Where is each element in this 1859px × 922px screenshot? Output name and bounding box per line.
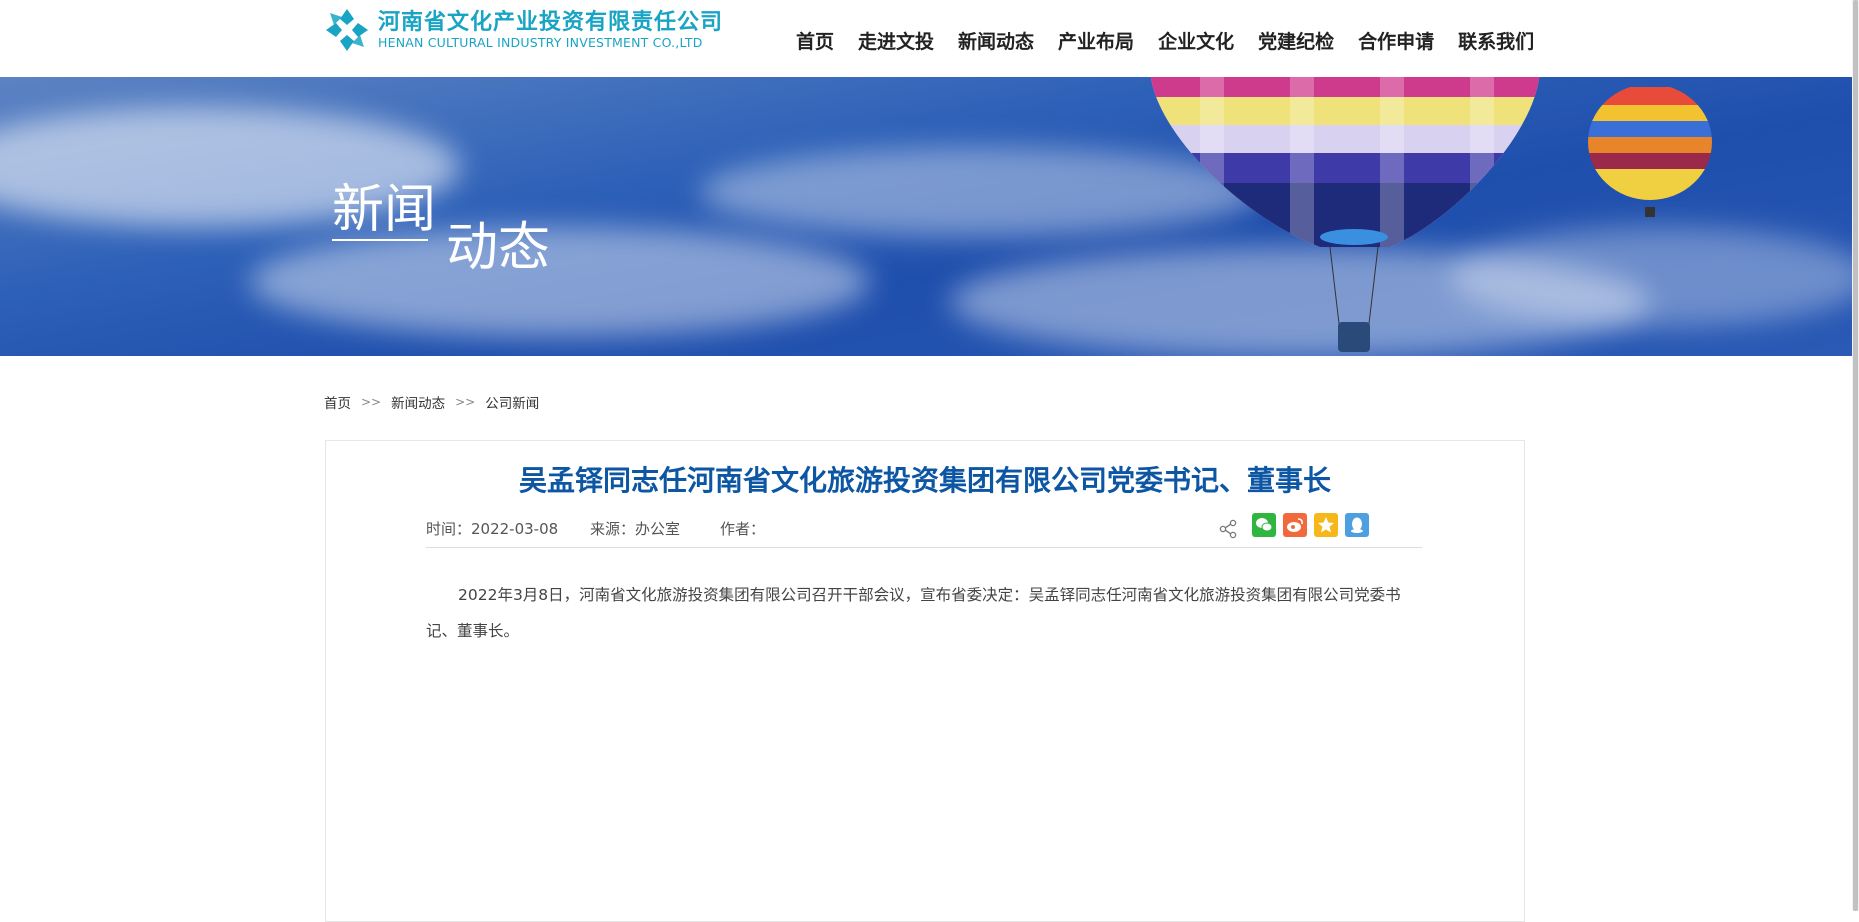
breadcrumb-separator: >>: [455, 395, 476, 409]
article-time: 时间：2022-03-08: [426, 520, 559, 538]
logo-mark-icon: [324, 7, 370, 53]
logo[interactable]: 河南省文化产业投资有限责任公司 HENAN CULTURAL INDUSTRY …: [324, 6, 723, 54]
hot-air-balloon-large-icon: [1150, 77, 1540, 352]
banner-title-underline: [332, 239, 428, 241]
breadcrumb: 首页 >> 新闻动态 >> 公司新闻: [324, 392, 539, 412]
weibo-icon[interactable]: [1283, 513, 1307, 537]
logo-english-name: HENAN CULTURAL INDUSTRY INVESTMENT CO.,L…: [378, 35, 703, 50]
qzone-icon[interactable]: [1314, 513, 1338, 537]
article-body: 2022年3月8日，河南省文化旅游投资集团有限公司召开干部会议，宣布省委决定：吴…: [426, 586, 1401, 640]
page-banner: 新闻 动态: [0, 77, 1852, 356]
nav-home[interactable]: 首页: [796, 26, 834, 58]
nav-cooperation[interactable]: 合作申请: [1358, 26, 1434, 58]
article-panel: 吴孟铎同志任河南省文化旅游投资集团有限公司党委书记、董事长 时间：2022-03…: [325, 440, 1525, 922]
breadcrumb-separator: >>: [361, 395, 382, 409]
banner-title-part1: 新闻: [332, 180, 437, 240]
logo-chinese-name: 河南省文化产业投资有限责任公司: [378, 10, 724, 35]
breadcrumb-company-news[interactable]: 公司新闻: [485, 392, 539, 412]
article-author: 作者：: [720, 520, 766, 538]
nav-news[interactable]: 新闻动态: [958, 26, 1034, 58]
breadcrumb-home[interactable]: 首页: [324, 392, 351, 412]
nav-contact[interactable]: 联系我们: [1458, 26, 1534, 58]
hot-air-balloon-small-icon: [1588, 87, 1712, 217]
scrollbar-thumb[interactable]: [1853, 0, 1858, 911]
nav-about[interactable]: 走进文投: [858, 26, 934, 58]
nav-culture[interactable]: 企业文化: [1158, 26, 1234, 58]
nav-party[interactable]: 党建纪检: [1258, 26, 1334, 58]
article-meta: 时间：2022-03-08 来源：办公室 作者：: [426, 513, 1422, 548]
article-title: 吴孟铎同志任河南省文化旅游投资集团有限公司党委书记、董事长: [518, 464, 1331, 497]
qq-icon[interactable]: [1345, 513, 1369, 537]
breadcrumb-news[interactable]: 新闻动态: [391, 392, 445, 412]
page-scrollbar[interactable]: [1852, 0, 1859, 911]
banner-title-part2: 动态: [446, 218, 551, 278]
main-nav: 首页 走进文投 新闻动态 产业布局 企业文化 党建纪检 合作申请 联系我们: [796, 26, 1558, 58]
header: 河南省文化产业投资有限责任公司 HENAN CULTURAL INDUSTRY …: [0, 0, 1852, 77]
article-source: 来源：办公室: [590, 520, 681, 538]
wechat-icon[interactable]: [1252, 513, 1276, 537]
nav-industry[interactable]: 产业布局: [1058, 26, 1134, 58]
share-icon[interactable]: [1218, 519, 1238, 539]
